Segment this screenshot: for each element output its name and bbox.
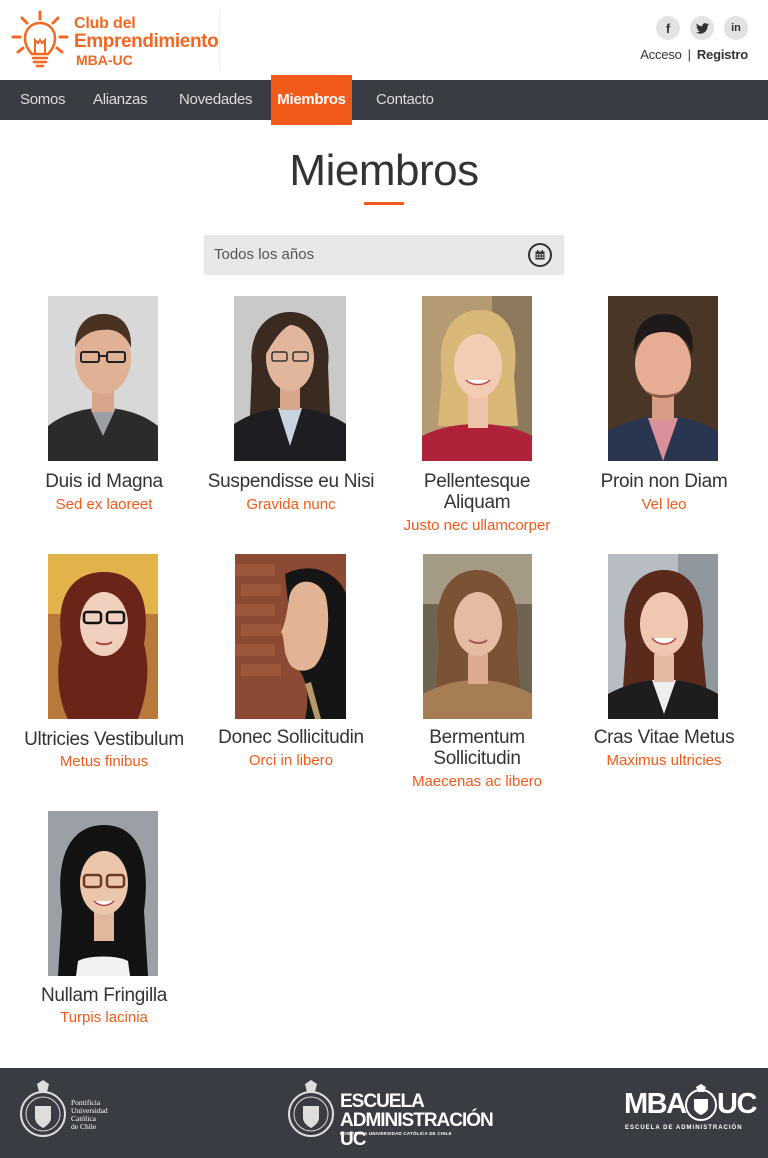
member-name-line-2: Aliquam	[443, 492, 511, 513]
year-filter-select[interactable]: Todos los años	[204, 235, 564, 275]
member-role: Sed ex laoreet	[55, 496, 153, 513]
register-link[interactable]: Registro	[697, 47, 748, 62]
auth-links: Acceso | Registro	[640, 47, 748, 62]
member-name-line-2: Sollicitudin	[433, 748, 521, 769]
logo-line-2: Emprendimiento	[74, 31, 219, 52]
university-seal-icon	[685, 1084, 717, 1121]
club-logo[interactable]: Club del Emprendimiento MBA-UC	[10, 10, 220, 70]
member-name: Duis id Magna	[45, 471, 163, 492]
member-name: Donec Sollicitudin	[218, 727, 364, 748]
page-title: Miembros	[289, 146, 479, 195]
member-photo	[235, 554, 346, 719]
member-card[interactable]: Pellentesque Aliquam Justo nec ullamcorp…	[388, 296, 566, 536]
member-role: Metus finibus	[59, 753, 149, 770]
nav-item-novedades[interactable]: Novedades	[179, 80, 252, 120]
member-photo	[608, 554, 718, 719]
member-role: Vel leo	[641, 496, 687, 513]
title-underline	[364, 202, 404, 205]
member-card[interactable]: Proin non Diam Vel leo	[575, 296, 753, 526]
nav-item-miembros[interactable]: Miembros	[271, 75, 352, 125]
main-nav: Somos Alianzas Novedades Miembros Contac…	[0, 75, 768, 125]
year-filter-value: Todos los años	[214, 246, 315, 263]
lightbulb-icon	[11, 10, 69, 68]
site-footer: Pontificia Universidad Católica de Chile…	[0, 1068, 768, 1158]
member-name-line-1: Pellentesque	[423, 471, 531, 492]
nav-item-alianzas[interactable]: Alianzas	[93, 80, 148, 120]
member-photo	[48, 296, 158, 461]
member-name-line-1: Bermentum	[429, 727, 525, 748]
escuela-line-3: PONTIFICIA UNIVERSIDAD CATÓLICA DE CHILE	[340, 1131, 452, 1136]
member-card[interactable]: Cras Vitae Metus Maximus ultricies	[575, 554, 753, 784]
member-role: Orci in libero	[248, 752, 334, 769]
university-seal-icon	[20, 1080, 66, 1137]
linkedin-icon[interactable]: in	[724, 16, 748, 40]
member-photo	[422, 296, 532, 461]
facebook-icon[interactable]: f	[656, 16, 680, 40]
member-card[interactable]: Nullam Fringilla Turpis lacinia	[15, 811, 193, 1041]
mba-subtitle: ESCUELA DE ADMINISTRACIÓN	[625, 1125, 743, 1131]
member-role: Maximus ultricies	[606, 752, 722, 769]
mba-uc-logo[interactable]: MBA UC ESCUELA DE ADMINISTRACIÓN	[624, 1084, 757, 1138]
auth-separator: |	[687, 47, 691, 62]
member-photo	[423, 554, 532, 719]
member-name: Ultricies Vestibulum	[24, 729, 184, 750]
member-photo	[608, 296, 718, 461]
member-card[interactable]: Bermentum Sollicitudin Maecenas ac liber…	[388, 554, 566, 794]
escuela-line-1: ESCUELA	[340, 1091, 425, 1112]
escuela-administracion-logo[interactable]: ESCUELA ADMINISTRACIÓN UC PONTIFICIA UNI…	[288, 1080, 494, 1149]
member-card[interactable]: Duis id Magna Sed ex laoreet	[15, 296, 193, 526]
logo-line-3: MBA-UC	[76, 52, 133, 68]
member-role: Maecenas ac libero	[411, 773, 543, 790]
nav-item-somos[interactable]: Somos	[20, 80, 65, 120]
member-name: Proin non Diam	[600, 471, 728, 492]
logo-divider	[219, 10, 220, 70]
member-name: Suspendisse eu Nisi	[207, 471, 375, 492]
login-link[interactable]: Acceso	[640, 47, 682, 62]
member-name: Cras Vitae Metus	[593, 727, 735, 748]
member-photo	[234, 296, 346, 461]
member-photo	[48, 554, 158, 719]
puc-line-4: de Chile	[71, 1122, 97, 1131]
member-role: Turpis lacinia	[60, 1009, 148, 1026]
university-seal-icon	[288, 1080, 334, 1137]
member-card[interactable]: Ultricies Vestibulum Metus finibus	[15, 554, 193, 784]
member-role: Gravida nunc	[246, 496, 336, 513]
calendar-icon[interactable]	[528, 243, 552, 267]
member-photo	[48, 811, 158, 976]
logo-line-1: Club del	[74, 15, 136, 32]
member-role: Justo nec ullamcorper	[403, 517, 551, 534]
nav-item-contacto[interactable]: Contacto	[376, 80, 434, 120]
member-card[interactable]: Donec Sollicitudin Orci in libero	[202, 554, 380, 784]
uc-text: UC	[717, 1088, 757, 1120]
site-header: Club del Emprendimiento MBA-UC f in Acce…	[0, 0, 768, 80]
member-card[interactable]: Suspendisse eu Nisi Gravida nunc	[202, 296, 380, 526]
mba-text: MBA	[624, 1088, 687, 1120]
escuela-line-2: ADMINISTRACIÓN UC	[340, 1110, 494, 1150]
member-name: Nullam Fringilla	[40, 985, 168, 1006]
twitter-icon[interactable]	[690, 16, 714, 40]
puc-logo[interactable]: Pontificia Universidad Católica de Chile	[20, 1080, 130, 1144]
